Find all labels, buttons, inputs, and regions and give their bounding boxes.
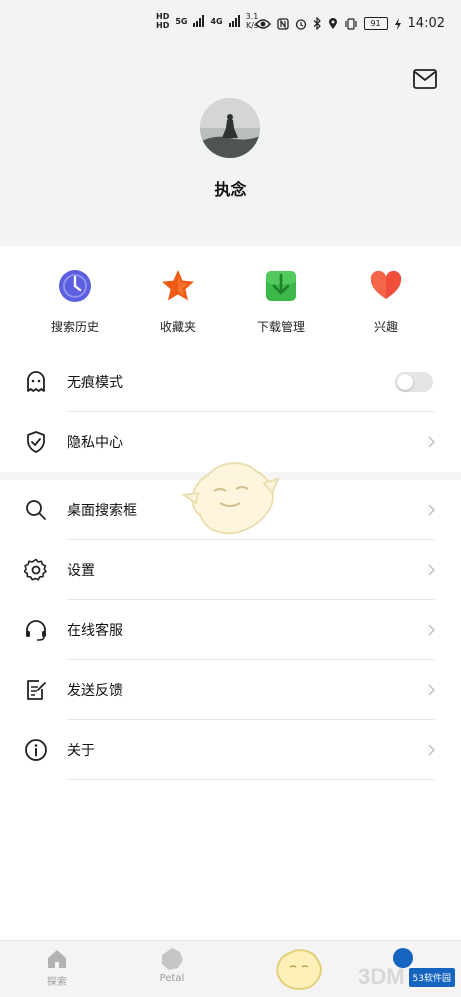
menu-label: 隐私中心	[67, 435, 123, 451]
search-history-shortcut[interactable]: 搜索历史	[35, 268, 115, 335]
hd-label: HD	[156, 21, 170, 30]
nav-label: 探索	[47, 977, 67, 988]
chevron-right-icon	[428, 624, 435, 636]
interests-shortcut[interactable]: 兴趣	[346, 268, 426, 335]
chevron-right-icon	[428, 684, 435, 696]
gear-icon	[24, 558, 47, 581]
battery-level: 91	[363, 17, 388, 30]
incognito-mode-row: 无痕模式	[0, 352, 461, 412]
chevron-right-icon	[428, 564, 435, 576]
nav-petal[interactable]: Petal	[142, 947, 202, 984]
charging-icon	[394, 17, 401, 30]
settings-row[interactable]: 设置	[0, 540, 461, 600]
menu-label: 在线客服	[67, 623, 123, 639]
site-watermark: 3DM 53软件园	[358, 964, 455, 990]
ghost-icon	[27, 371, 45, 392]
mail-icon[interactable]	[413, 69, 437, 89]
menu-label: 无痕模式	[67, 375, 123, 391]
menu-label: 桌面搜索框	[67, 503, 137, 519]
location-icon	[328, 18, 337, 29]
eye-icon	[254, 18, 271, 29]
nav-label: Petal	[159, 973, 185, 984]
nav-explore[interactable]: 探索	[27, 947, 87, 988]
heart-icon	[370, 270, 402, 299]
download-manager-shortcut[interactable]: 下载管理	[241, 268, 321, 335]
send-feedback-row[interactable]: 发送反馈	[0, 660, 461, 720]
mascot-watermark-icon	[276, 949, 322, 990]
clock-time: 14:02	[407, 16, 445, 31]
watermark-text: 3DM	[358, 964, 405, 989]
status-bar: HD HD 5G 4G 3.1 K/s 91 14:02	[0, 0, 461, 50]
username[interactable]: 执念	[0, 176, 461, 200]
online-support-row[interactable]: 在线客服	[0, 600, 461, 660]
incognito-toggle[interactable]	[395, 372, 433, 392]
nfc-icon	[276, 17, 289, 30]
settings-menu: 无痕模式 隐私中心 桌面搜索框 设置 在线客服 发送反馈 关于	[0, 352, 461, 780]
feedback-icon	[27, 680, 46, 700]
star-icon	[162, 270, 194, 301]
network-type: 4G	[210, 16, 223, 26]
chevron-right-icon	[428, 504, 435, 516]
network-type: 5G	[175, 16, 188, 26]
search-icon	[26, 500, 46, 520]
menu-label: 发送反馈	[67, 683, 123, 699]
avatar[interactable]	[200, 98, 260, 158]
avatar-image	[200, 98, 260, 158]
about-row[interactable]: 关于	[0, 720, 461, 780]
signal-icon	[228, 15, 240, 27]
alarm-icon	[295, 18, 306, 30]
petal-icon	[162, 948, 183, 970]
clock-icon	[59, 270, 91, 302]
vibrate-icon	[344, 17, 357, 30]
home-icon	[48, 950, 66, 968]
shortcut-label: 搜索历史	[50, 320, 99, 334]
watermark-badge: 53软件园	[408, 967, 455, 987]
headset-icon	[26, 620, 46, 641]
chevron-right-icon	[428, 744, 435, 756]
shortcut-grid: 搜索历史 收藏夹 下载管理 兴趣	[0, 246, 461, 344]
menu-label: 设置	[67, 563, 95, 579]
favorites-shortcut[interactable]: 收藏夹	[138, 268, 218, 335]
shortcut-label: 收藏夹	[159, 320, 196, 334]
chevron-right-icon	[428, 436, 435, 448]
info-icon	[25, 739, 47, 761]
shortcut-label: 兴趣	[373, 320, 398, 334]
toggle-knob	[397, 374, 413, 390]
status-left: HD HD 5G 4G 3.1 K/s	[156, 12, 258, 30]
menu-label: 关于	[67, 743, 95, 759]
shortcut-label: 下载管理	[256, 320, 305, 334]
download-icon	[266, 271, 296, 301]
hd-indicator: HD HD	[156, 12, 169, 30]
profile-header: 执念	[0, 50, 461, 246]
hd-label: HD	[156, 12, 170, 21]
divider	[67, 779, 435, 780]
status-right: 91 14:02	[254, 16, 445, 31]
signal-icon	[193, 15, 205, 27]
bluetooth-icon	[313, 17, 321, 30]
shield-check-icon	[27, 431, 45, 453]
mascot-watermark-icon	[181, 462, 280, 535]
